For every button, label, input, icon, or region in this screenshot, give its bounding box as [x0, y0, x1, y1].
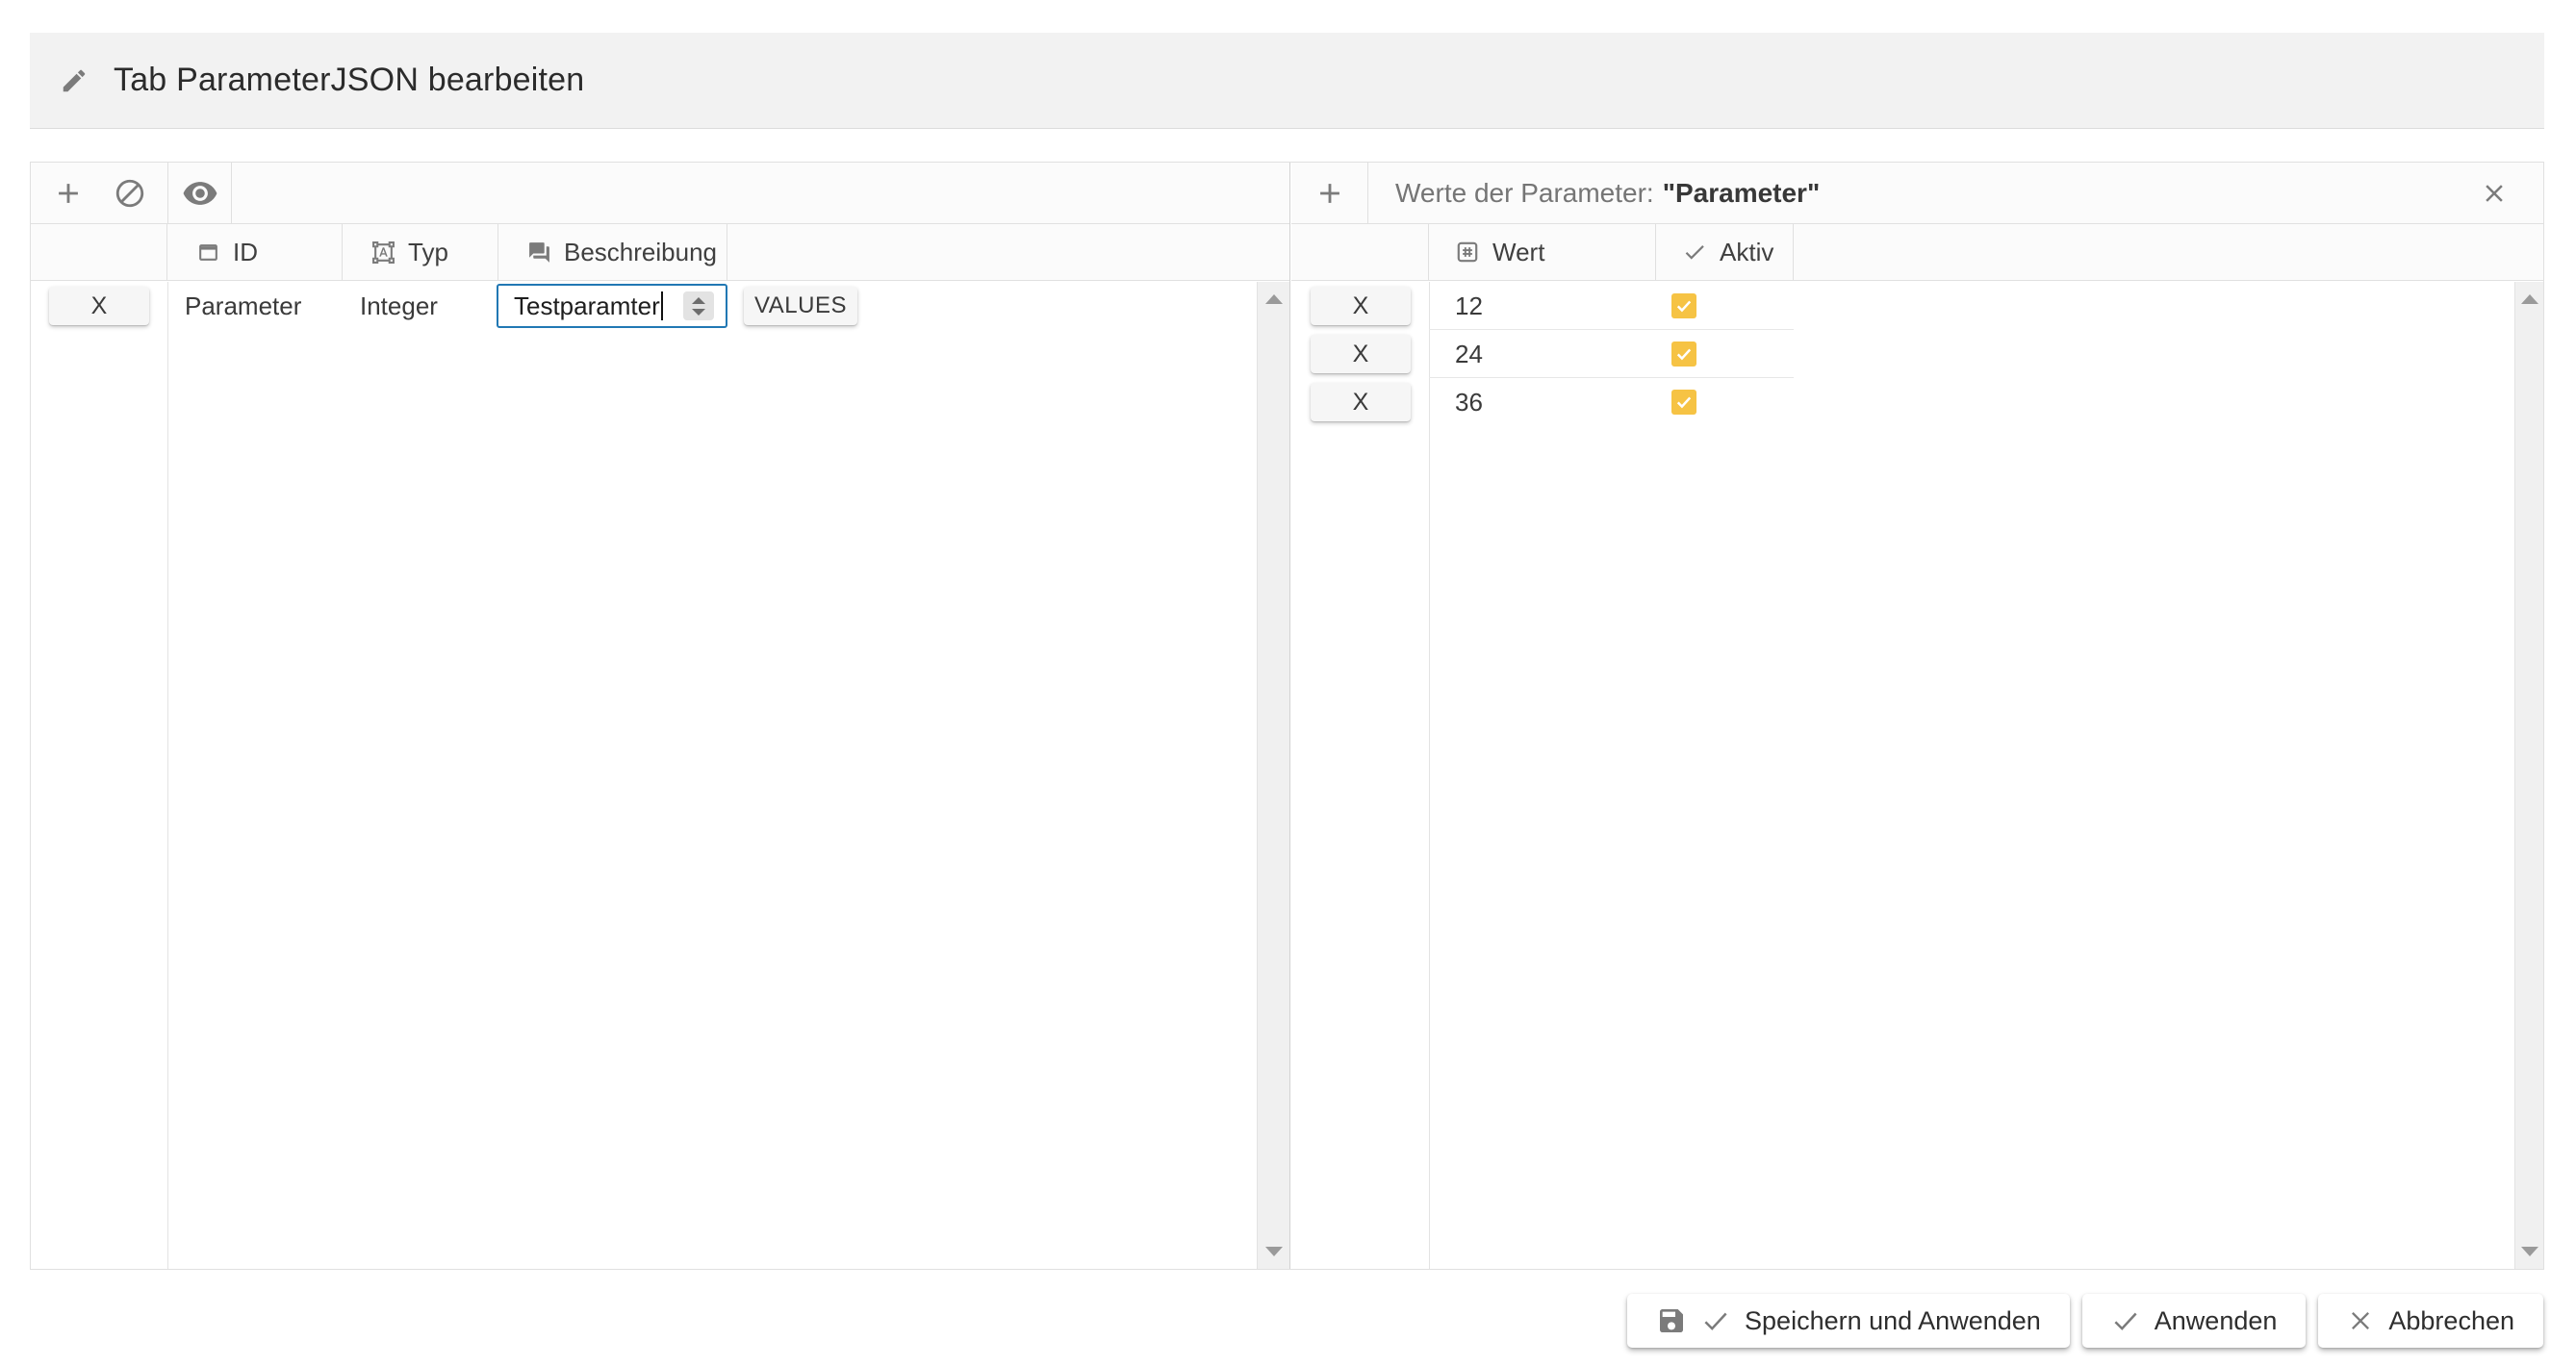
checkmark-icon — [2111, 1306, 2140, 1335]
check-icon — [1682, 240, 1707, 265]
table-row: X Parameter Integer Testparamter VALUES — [31, 282, 1289, 330]
values-panel-title: Werte der Parameter: "Parameter" — [1395, 163, 1820, 224]
cell-parameter-typ: Integer — [360, 282, 438, 330]
column-header-beschreibung: Beschreibung — [498, 224, 727, 280]
scroll-down-icon[interactable] — [2521, 1247, 2538, 1256]
dialog-title: Tab ParameterJSON bearbeiten — [114, 62, 584, 99]
column-header-spacer — [1794, 224, 2543, 280]
column-header-wert: Wert — [1429, 224, 1656, 280]
cell-wert: 24 — [1455, 330, 1483, 378]
edit-pencil-icon — [60, 66, 89, 95]
number-spinner[interactable] — [683, 291, 714, 320]
table-row: X 12 — [1291, 282, 2543, 330]
cell-wert: 36 — [1455, 378, 1483, 426]
text-caret — [661, 291, 663, 320]
spinner-down-icon[interactable] — [692, 309, 705, 316]
left-vertical-scrollbar[interactable] — [1257, 282, 1289, 1269]
column-header-delete-value — [1291, 224, 1429, 280]
right-toolbar: Werte der Parameter: "Parameter" — [1291, 163, 2543, 224]
cell-wert: 12 — [1455, 282, 1483, 330]
scroll-down-icon[interactable] — [1265, 1247, 1283, 1256]
parameter-table-panel: ID Typ Beschreibung X Parameter Integer — [31, 163, 1290, 1269]
cell-parameter-id: Parameter — [185, 282, 301, 330]
table-row: X 24 — [1291, 330, 2543, 378]
forum-icon — [527, 240, 551, 265]
page: { "dialog": { "title": "Tab ParameterJSO… — [0, 0, 2576, 1366]
block-icon[interactable] — [114, 177, 146, 210]
values-title-prefix: Werte der Parameter: — [1395, 178, 1654, 209]
column-header-id: ID — [167, 224, 343, 280]
aktiv-checkbox[interactable] — [1671, 390, 1696, 415]
column-header-spacer — [727, 224, 1289, 280]
left-toolbar — [31, 163, 1289, 224]
apply-button[interactable]: Anwenden — [2082, 1294, 2307, 1348]
values-title-parameter: "Parameter" — [1663, 178, 1821, 209]
column-label-wert: Wert — [1492, 238, 1544, 267]
save-and-apply-label: Speichern und Anwenden — [1745, 1306, 2041, 1336]
right-toolbar-cell-1 — [1291, 163, 1368, 223]
delete-parameter-button[interactable]: X — [49, 287, 149, 325]
number-icon — [1455, 240, 1480, 265]
spinner-up-icon[interactable] — [692, 297, 705, 304]
card-icon — [196, 240, 220, 265]
values-panel: Werte der Parameter: "Parameter" Wert Ak… — [1291, 163, 2543, 1269]
left-toolbar-cell-1 — [31, 163, 168, 223]
checkmark-icon — [1701, 1306, 1730, 1335]
eye-icon[interactable] — [182, 175, 218, 212]
save-and-apply-button[interactable]: Speichern und Anwenden — [1627, 1294, 2070, 1348]
parameter-editor: ID Typ Beschreibung X Parameter Integer — [30, 162, 2544, 1270]
column-label-id: ID — [233, 238, 258, 267]
left-table-body: X Parameter Integer Testparamter VALUES — [31, 282, 1289, 1269]
delete-value-button[interactable]: X — [1311, 287, 1411, 325]
right-column-headers: Wert Aktiv — [1291, 224, 2543, 281]
cancel-button[interactable]: Abbrechen — [2318, 1294, 2543, 1348]
add-parameter-icon[interactable] — [52, 177, 85, 210]
column-label-aktiv: Aktiv — [1720, 238, 1773, 267]
column-header-typ: Typ — [343, 224, 498, 280]
cancel-label: Abbrechen — [2388, 1306, 2514, 1336]
aktiv-checkbox[interactable] — [1671, 293, 1696, 318]
delete-value-button[interactable]: X — [1311, 383, 1411, 421]
x-icon — [2347, 1307, 2374, 1334]
left-column-headers: ID Typ Beschreibung — [31, 224, 1289, 281]
scroll-up-icon[interactable] — [1265, 294, 1283, 304]
add-value-icon[interactable] — [1314, 177, 1346, 210]
floppy-disk-icon — [1656, 1305, 1687, 1336]
column-header-aktiv: Aktiv — [1656, 224, 1794, 280]
beschreibung-input-value: Testparamter — [514, 291, 660, 321]
format-shapes-icon — [371, 240, 395, 265]
aktiv-checkbox[interactable] — [1671, 342, 1696, 367]
left-toolbar-cell-2 — [168, 163, 232, 223]
column-header-delete — [31, 224, 167, 280]
table-row: X 36 — [1291, 378, 2543, 426]
right-table-body: X 12 X 24 X 36 — [1291, 282, 2543, 1269]
delete-value-button[interactable]: X — [1311, 335, 1411, 373]
scroll-up-icon[interactable] — [2521, 294, 2538, 304]
column-label-typ: Typ — [408, 238, 448, 267]
dialog-header: Tab ParameterJSON bearbeiten — [30, 33, 2544, 129]
values-button[interactable]: VALUES — [744, 287, 857, 325]
close-values-panel-button[interactable] — [2480, 179, 2509, 208]
right-vertical-scrollbar[interactable] — [2514, 282, 2543, 1269]
apply-label: Anwenden — [2155, 1306, 2278, 1336]
dialog-footer: Speichern und Anwenden Anwenden Abbreche… — [1627, 1294, 2543, 1348]
beschreibung-input[interactable]: Testparamter — [497, 284, 727, 328]
column-label-beschreibung: Beschreibung — [564, 238, 717, 267]
